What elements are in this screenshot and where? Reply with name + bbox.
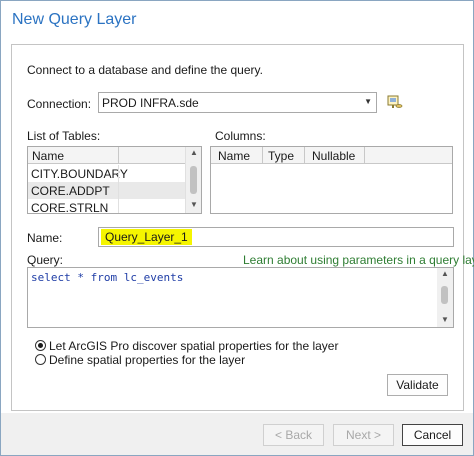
- scroll-up-icon[interactable]: ▲: [190, 148, 198, 157]
- table-row[interactable]: CORE.STRLN: [28, 199, 186, 214]
- radio-selected-dot: [38, 343, 43, 348]
- query-label: Query:: [27, 253, 64, 267]
- connection-dropdown[interactable]: PROD INFRA.sde ▼: [98, 92, 377, 113]
- next-button[interactable]: Next >: [333, 424, 394, 446]
- table-row-label: CORE.ADDPT: [31, 184, 110, 198]
- scroll-down-icon[interactable]: ▼: [190, 200, 198, 209]
- columns-list[interactable]: Name Type Nullable: [210, 146, 453, 214]
- tables-header: Name: [28, 147, 186, 164]
- new-query-layer-dialog: New Query Layer Connect to a database an…: [0, 0, 474, 456]
- query-scrollbar[interactable]: ▲ ▼: [437, 268, 453, 327]
- query-parameters-help-link[interactable]: Learn about using parameters in a query …: [243, 253, 474, 267]
- radio-define-spatial[interactable]: [35, 354, 46, 365]
- window-title: New Query Layer: [12, 11, 137, 28]
- table-row-selected[interactable]: CORE.ADDPT: [28, 182, 186, 199]
- chevron-down-icon: ▼: [364, 97, 372, 106]
- column-divider: [118, 147, 119, 164]
- query-editor[interactable]: select * from lc_events ▲ ▼: [27, 267, 454, 328]
- tables-header-name: Name: [32, 149, 65, 163]
- title-bar: New Query Layer: [1, 1, 473, 41]
- back-button[interactable]: < Back: [263, 424, 324, 446]
- scroll-thumb[interactable]: [190, 166, 197, 194]
- connection-label: Connection:: [27, 97, 92, 111]
- columns-header: Name Type Nullable: [211, 147, 452, 164]
- scroll-thumb[interactable]: [441, 286, 448, 304]
- intro-text: Connect to a database and define the que…: [27, 63, 263, 77]
- scroll-down-icon[interactable]: ▼: [441, 315, 449, 324]
- columns-label: Columns:: [215, 129, 266, 143]
- radio-define-spatial-label[interactable]: Define spatial properties for the layer: [49, 353, 245, 367]
- name-label: Name:: [27, 231, 63, 245]
- tables-list[interactable]: Name CITY.BOUNDARY CORE.ADDPT CORE.STRLN…: [27, 146, 202, 214]
- radio-discover-spatial-label[interactable]: Let ArcGIS Pro discover spatial properti…: [49, 339, 338, 353]
- add-database-connection-icon[interactable]: [387, 94, 403, 110]
- layer-name-field[interactable]: Query_Layer_1: [98, 227, 454, 247]
- cancel-button[interactable]: Cancel: [402, 424, 463, 446]
- layer-name-value: Query_Layer_1: [101, 229, 192, 245]
- validate-button[interactable]: Validate: [387, 374, 448, 396]
- radio-discover-spatial[interactable]: [35, 340, 46, 351]
- scroll-up-icon[interactable]: ▲: [441, 269, 449, 278]
- columns-header-nullable: Nullable: [312, 149, 356, 163]
- table-row-label: CORE.STRLN: [31, 201, 109, 214]
- table-row-label: CITY.BOUNDARY: [31, 167, 128, 181]
- query-text: select * from lc_events: [31, 271, 184, 284]
- columns-header-name: Name: [218, 149, 251, 163]
- tables-label: List of Tables:: [27, 129, 101, 143]
- table-row[interactable]: CITY.BOUNDARY: [28, 165, 186, 182]
- connection-value: PROD INFRA.sde: [102, 96, 199, 110]
- tables-scrollbar[interactable]: ▲ ▼: [185, 147, 201, 213]
- columns-header-type: Type: [268, 149, 295, 163]
